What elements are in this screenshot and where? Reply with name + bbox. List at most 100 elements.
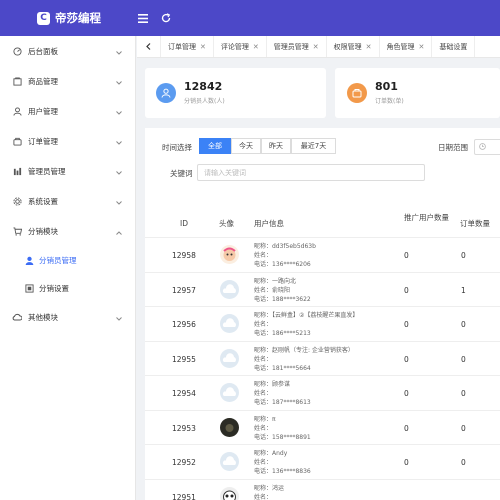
goods-icon <box>12 76 22 86</box>
col-header-avatar: 头像 <box>219 219 234 228</box>
user-phone: 电话：187****8613 <box>254 399 311 406</box>
sidebar-subitem-distribution-settings[interactable]: 分销设置 <box>0 274 135 302</box>
order-count: 0 <box>461 389 466 398</box>
user-nickname: 昵称：顾参谋 <box>254 381 291 388</box>
close-icon[interactable]: ✕ <box>200 43 206 51</box>
sidebar-item-orders[interactable]: 订单管理 <box>0 126 135 156</box>
tab-permissions[interactable]: 权限管理 ✕ <box>327 36 380 57</box>
app-logo[interactable]: C 帝莎编程 <box>0 10 136 26</box>
close-icon[interactable]: ✕ <box>419 43 425 51</box>
time-filter-label: 时间选择 <box>162 143 192 152</box>
user-nickname: 昵称：π <box>254 415 276 423</box>
avatar <box>220 279 239 299</box>
order-count: 1 <box>461 285 466 295</box>
order-icon <box>12 136 22 146</box>
promoted-count: 0 <box>404 285 409 295</box>
top-bar: C 帝莎编程 <box>0 0 500 36</box>
time-option-last7days[interactable]: 最近7天 <box>291 138 336 154</box>
promoted-count: 0 <box>404 389 409 398</box>
close-icon[interactable]: ✕ <box>313 43 319 51</box>
table-row: 12953 昵称：π 姓名： 电话：158****8891 0 0 <box>145 409 500 445</box>
row-id: 12956 <box>172 320 196 329</box>
admin-icon <box>12 166 22 176</box>
user-nickname: 昵称：赵刚帆（专注: 企业营销获客） <box>254 346 354 354</box>
sidebar-item-admins[interactable]: 管理员管理 <box>0 156 135 186</box>
table-row: 12954 昵称：顾参谋 姓名： 电话：187****8613 0 0 <box>145 375 500 410</box>
col-header-orders: 订单数量 <box>460 219 490 228</box>
close-icon[interactable]: ✕ <box>253 43 259 51</box>
time-option-yesterday[interactable]: 昨天 <box>261 138 291 154</box>
promoted-count: 0 <box>404 320 409 329</box>
avatar <box>220 314 239 333</box>
sidebar-item-other[interactable]: 其他模块 <box>0 302 135 332</box>
dashboard-icon <box>12 46 22 56</box>
tab-comments[interactable]: 评论管理 ✕ <box>214 36 267 57</box>
user-info: 昵称：π 姓名： 电话：158****8891 <box>254 415 311 442</box>
chevron-down-icon <box>116 314 122 323</box>
user-phone: 电话：136****8836 <box>254 468 311 475</box>
sidebar-item-label: 用户管理 <box>28 106 58 116</box>
user-info: 昵称：【云鲜盒】②【荔枝醒芒果直发】 姓名： 电话：186****5213 <box>254 311 358 338</box>
sidebar-item-users[interactable]: 用户管理 <box>0 96 135 126</box>
avatar <box>220 486 239 500</box>
tab-basic-settings[interactable]: 基础设置 <box>432 36 476 57</box>
user-info: 昵称：dd3f5eb5d63b 姓名： 电话：136****6206 <box>254 242 316 269</box>
sidebar-subitem-label: 分销设置 <box>39 283 69 293</box>
sidebar-item-goods[interactable]: 商品管理 <box>0 66 135 96</box>
sidebar-item-label: 系统设置 <box>28 196 58 206</box>
row-id: 12958 <box>172 251 196 260</box>
user-name: 姓名： <box>254 355 273 363</box>
user-name: 姓名： <box>254 321 273 328</box>
chevron-down-icon <box>116 198 122 207</box>
person-icon <box>156 83 176 103</box>
time-option-all[interactable]: 全部 <box>199 138 231 154</box>
refresh-icon[interactable] <box>159 11 173 25</box>
avatar <box>220 245 239 264</box>
user-phone: 电话：181****5664 <box>254 364 311 372</box>
table-row: 12957 昵称：一路向北 姓名：俞晓阳 电话：188****3622 0 1 <box>145 271 500 307</box>
stat-value: 12842 <box>184 80 223 93</box>
user-phone: 电话：158****8891 <box>254 433 311 441</box>
tab-label: 角色管理 <box>386 42 415 51</box>
distributor-panel: 时间选择 全部 今天 昨天 最近7天 日期范围 关键词 ID 头像 用户信息 推… <box>145 128 500 500</box>
user-nickname: 昵称：【云鲜盒】②【荔枝醒芒果直发】 <box>254 312 359 319</box>
close-icon[interactable]: ✕ <box>366 43 372 51</box>
promoted-count: 0 <box>404 423 409 433</box>
sidebar-item-label: 商品管理 <box>28 76 58 86</box>
col-header-user-info: 用户信息 <box>254 219 284 228</box>
user-phone: 电话：186****5213 <box>254 330 311 337</box>
promoted-count: 0 <box>404 251 409 260</box>
sidebar-item-settings[interactable]: 系统设置 <box>0 186 135 216</box>
tab-admins[interactable]: 管理员管理 ✕ <box>267 36 327 57</box>
tab-scroll-left-icon[interactable] <box>137 36 161 57</box>
avatar <box>220 383 239 402</box>
tab-orders[interactable]: 订单管理 ✕ <box>161 36 214 57</box>
date-range-picker[interactable] <box>474 139 500 155</box>
user-nickname: 昵称：dd3f5eb5d63b <box>254 243 316 250</box>
user-nickname: 昵称：一路向北 <box>254 277 297 285</box>
keyword-input[interactable] <box>197 164 425 181</box>
sidebar-subitem-distributors[interactable]: 分销员管理 <box>0 246 135 274</box>
tab-roles[interactable]: 角色管理 ✕ <box>380 36 433 57</box>
table-row: 12951 昵称：鸿运 姓名： <box>145 478 500 500</box>
sidebar-item-dashboard[interactable]: 后台面板 <box>0 36 135 66</box>
promoted-count: 0 <box>404 458 409 467</box>
hamburger-icon[interactable] <box>136 11 150 25</box>
time-option-today[interactable]: 今天 <box>231 138 261 154</box>
logo-icon: C <box>37 11 50 25</box>
row-id: 12957 <box>172 285 196 295</box>
order-count: 0 <box>461 251 466 260</box>
row-id: 12952 <box>172 458 196 467</box>
user-info: 昵称：一路向北 姓名：俞晓阳 电话：188****3622 <box>254 277 311 304</box>
order-count: 0 <box>461 354 466 364</box>
order-icon <box>347 83 367 103</box>
order-count: 0 <box>461 423 466 433</box>
sidebar: 后台面板 商品管理 用户管理 订单管理 管理员管理 系统设置 分销模块 分销员管… <box>0 36 136 500</box>
sidebar-item-label: 订单管理 <box>28 136 58 146</box>
chevron-down-icon <box>116 138 122 147</box>
stat-card-orders: 801 订单数(单) <box>335 68 500 118</box>
user-icon <box>12 106 22 116</box>
sidebar-item-distribution[interactable]: 分销模块 <box>0 216 135 246</box>
sidebar-item-label: 后台面板 <box>28 46 58 56</box>
tab-label: 评论管理 <box>220 42 249 51</box>
